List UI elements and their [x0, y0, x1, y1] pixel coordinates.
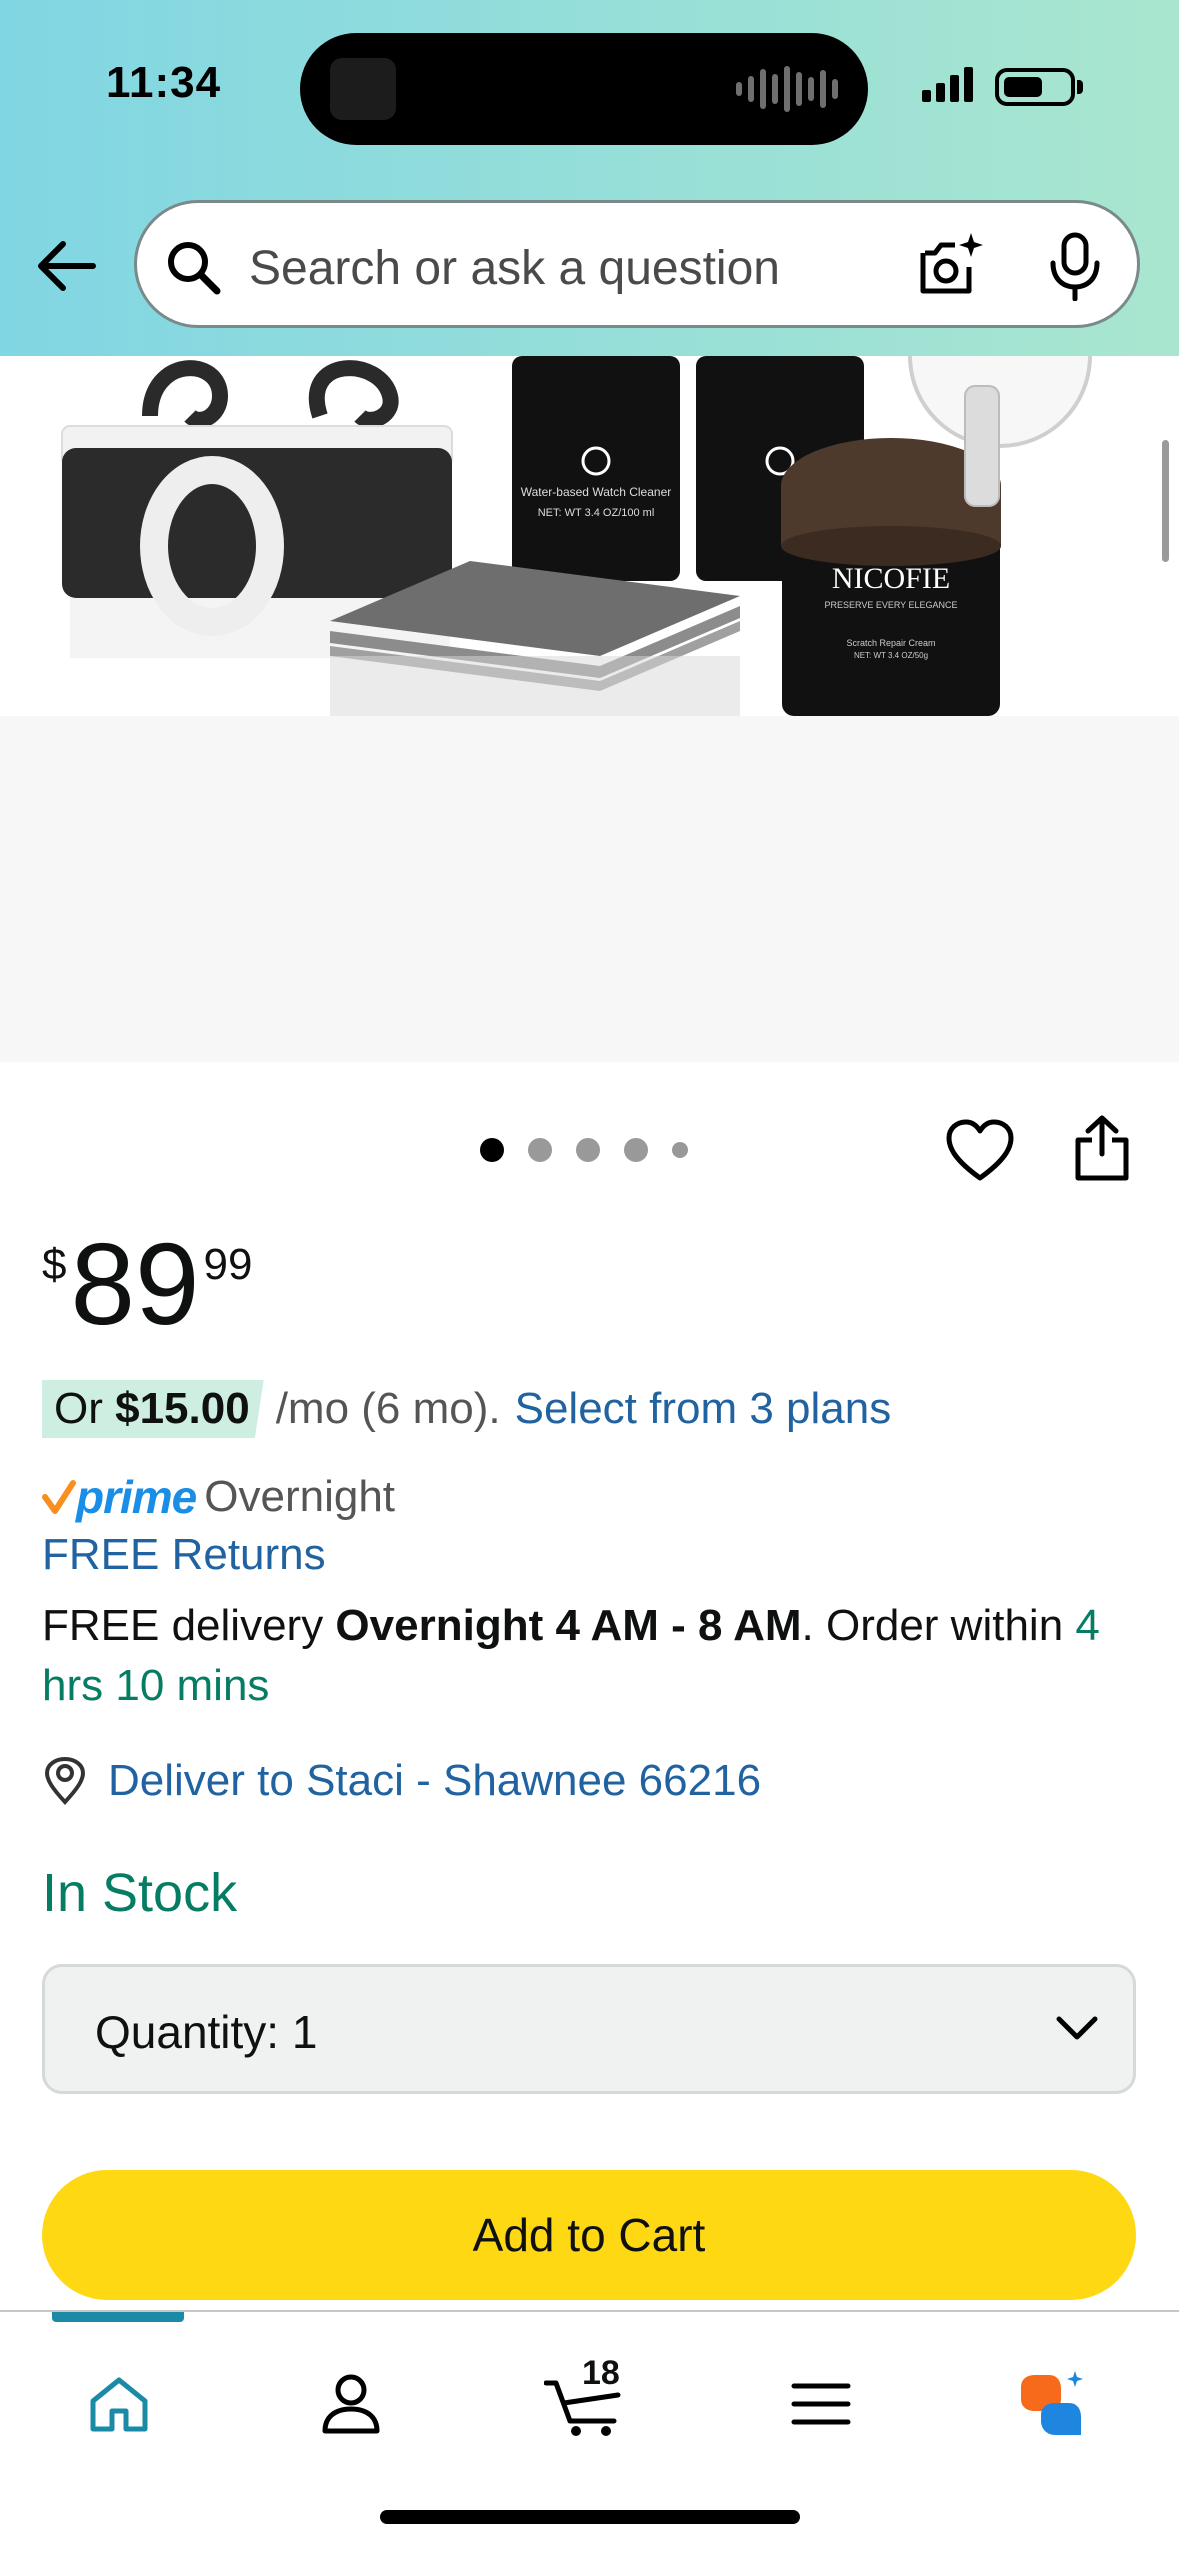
jar-net: NET: WT 3.4 OZ/50g — [854, 651, 928, 660]
quantity-label-text: Quantity: — [95, 2006, 280, 2058]
home-indicator[interactable] — [380, 2510, 800, 2524]
page-scrollbar[interactable] — [1162, 440, 1169, 562]
mic-icon[interactable] — [1045, 231, 1105, 301]
carousel-dot[interactable] — [672, 1142, 688, 1158]
select-plans-link[interactable]: Select from 3 plans — [515, 1384, 892, 1434]
nav-menu[interactable] — [766, 2354, 876, 2454]
quantity-select[interactable]: Quantity: 1 — [42, 1964, 1136, 2094]
search-bar[interactable]: Search or ask a question — [134, 200, 1140, 328]
nav-home[interactable] — [64, 2354, 174, 2454]
free-returns-link[interactable]: FREE Returns — [42, 1530, 326, 1580]
installment-prefix: Or — [54, 1384, 116, 1433]
active-tab-indicator — [52, 2312, 184, 2322]
installment-term: /mo (6 mo). — [275, 1384, 501, 1433]
deliver-to-text[interactable]: Deliver to Staci - Shawnee 66216 — [108, 1756, 761, 1806]
carousel-dot[interactable] — [624, 1138, 648, 1162]
back-button[interactable] — [30, 230, 102, 302]
quantity-value: 1 — [291, 2006, 318, 2058]
carousel-dots[interactable] — [480, 1138, 688, 1162]
price-fraction: 99 — [203, 1240, 253, 1289]
nav-rufus[interactable] — [998, 2354, 1108, 2454]
rufus-ai-icon — [1021, 2371, 1083, 2435]
prime-speed: Overnight — [204, 1472, 396, 1521]
signal-icon — [922, 66, 973, 102]
delivery-text-1: FREE delivery — [42, 1601, 336, 1650]
prime-word: prime — [76, 1471, 197, 1523]
bottle-label: Water-based Watch Cleaner — [521, 485, 672, 499]
carousel-dot[interactable] — [480, 1138, 504, 1162]
search-icon — [168, 242, 221, 295]
installment-amount: $15.00 — [115, 1384, 250, 1433]
search-input[interactable]: Search or ask a question — [249, 241, 780, 296]
jar-label: Scratch Repair Cream — [846, 638, 935, 648]
share-icon[interactable] — [1072, 1114, 1132, 1184]
prime-logo: prime — [42, 1470, 197, 1524]
price-whole: 89 — [70, 1219, 200, 1349]
wishlist-heart-icon[interactable] — [945, 1118, 1015, 1184]
user-icon — [322, 2374, 380, 2434]
prime-badge: prime Overnight — [42, 1470, 395, 1524]
bottle-net: NET: WT 3.4 OZ/100 ml — [538, 507, 655, 519]
quantity-label: Quantity: 1 — [95, 2005, 317, 2059]
audio-wave-icon — [736, 65, 838, 113]
stock-status: In Stock — [42, 1863, 238, 1923]
cart-count-badge: 18 — [582, 2354, 620, 2392]
deliver-to-link[interactable]: Deliver to Staci - Shawnee 66216 — [42, 1756, 761, 1806]
delivery-info: FREE delivery Overnight 4 AM - 8 AM. Ord… — [42, 1596, 1152, 1716]
dynamic-island — [300, 33, 868, 145]
battery-tip — [1077, 80, 1083, 94]
battery-icon — [995, 68, 1075, 106]
location-pin-icon — [44, 1756, 86, 1805]
installment-offer: Or $15.00 /mo (6 mo). Select from 3 plan… — [42, 1380, 891, 1438]
prime-check-icon — [42, 1480, 76, 1514]
delivery-text-2: . Order within — [801, 1601, 1076, 1650]
island-camera — [330, 58, 396, 120]
brand-tagline: PRESERVE EVERY ELEGANCE — [824, 600, 957, 610]
price-symbol: $ — [42, 1240, 67, 1289]
top-header: 11:34 Search or ask a question — [0, 0, 1179, 356]
carousel-dot[interactable] — [528, 1138, 552, 1162]
status-time: 11:34 — [106, 58, 222, 107]
product-image-gallery[interactable]: Water-based Watch Cleaner NET: WT 3.4 OZ… — [0, 356, 1179, 1062]
brand-text: NICOFIE — [832, 562, 950, 595]
menu-icon — [791, 2383, 851, 2425]
nav-account[interactable] — [296, 2354, 406, 2454]
product-image: Water-based Watch Cleaner NET: WT 3.4 OZ… — [0, 356, 1179, 716]
camera-search-icon[interactable] — [915, 231, 985, 301]
price: $ 89 99 — [42, 1226, 252, 1342]
carousel-dot[interactable] — [576, 1138, 600, 1162]
nav-cart[interactable]: 18 — [534, 2354, 644, 2454]
chevron-down-icon — [1056, 2016, 1098, 2040]
back-arrow-icon — [38, 241, 96, 291]
add-to-cart-button[interactable]: Add to Cart — [42, 2170, 1136, 2300]
delivery-window: Overnight 4 AM - 8 AM — [335, 1601, 802, 1650]
home-icon — [90, 2377, 148, 2432]
installment-badge: Or $15.00 — [42, 1380, 264, 1438]
